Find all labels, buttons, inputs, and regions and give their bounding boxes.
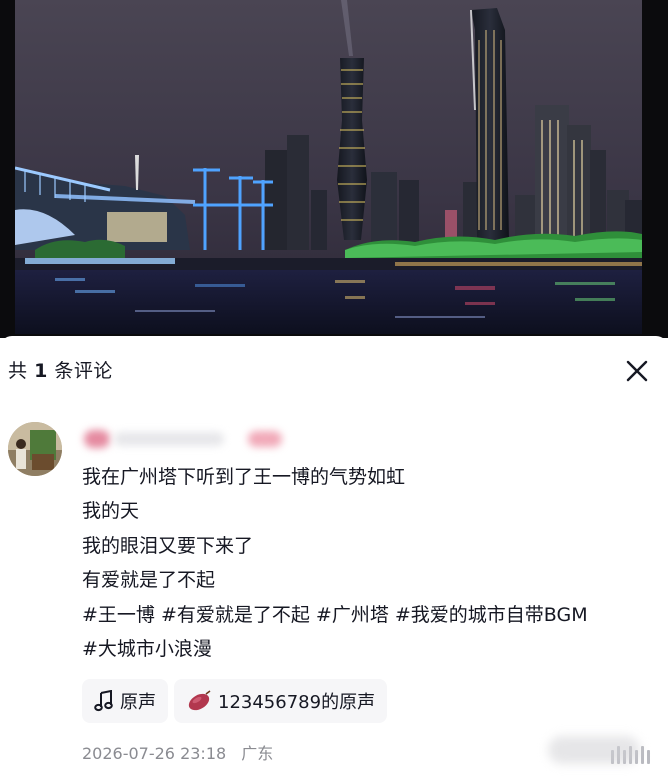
city-skyline-image — [15, 0, 642, 334]
comment-meta: 2026-07-26 23:18 广东 — [82, 740, 273, 764]
comment-count: 1 — [34, 360, 48, 382]
comment-line: 有爱就是了不起 — [82, 569, 216, 592]
close-icon[interactable] — [622, 356, 652, 386]
title-prefix: 共 — [8, 360, 28, 382]
comment-text: 我在广州塔下听到了王一博的气势如虹 我的天 我的眼泪又要下来了 有爱就是了不起 … — [82, 460, 662, 666]
original-sound-label: 原声 — [120, 692, 156, 713]
video-area[interactable] — [0, 0, 668, 338]
avatar[interactable] — [8, 422, 62, 476]
hashtag-line[interactable]: #王一博 #有爱就是了不起 #广州塔 #我爱的城市自带BGM — [82, 598, 662, 632]
video-frame[interactable] — [15, 0, 642, 334]
comment-item: 我在广州塔下听到了王一博的气势如虹 我的天 我的眼泪又要下来了 有爱就是了不起 … — [0, 414, 668, 774]
original-sound-chip[interactable]: 原声 — [82, 679, 168, 723]
user-sound-label: 123456789的原声 — [218, 692, 376, 713]
music-note-icon — [94, 690, 114, 712]
watermark-redacted — [548, 736, 640, 764]
comments-panel: 共 1 条评论 我在广州塔下听到了王一博的气势如虹 我的天 我的眼泪又要下来了 … — [0, 336, 668, 782]
avatar-photo — [8, 422, 62, 476]
comment-line: 我在广州塔下听到了王一博的气势如虹 — [82, 466, 406, 488]
location: 广东 — [241, 744, 274, 763]
comment-line: 我的天 — [82, 500, 140, 523]
music-row: 原声 123456789的原声 — [82, 678, 388, 724]
sweet-potato-icon — [186, 690, 212, 712]
comment-line: 我的眼泪又要下来了 — [82, 534, 254, 557]
title-suffix: 条评论 — [54, 360, 113, 382]
comments-count-title: 共 1 条评论 — [8, 356, 113, 383]
username-redacted[interactable] — [80, 428, 300, 450]
close-button[interactable] — [622, 356, 652, 386]
timestamp: 2026-07-26 23:18 — [82, 744, 227, 763]
hashtag-line[interactable]: #大城市小浪漫 — [82, 632, 662, 666]
comments-header: 共 1 条评论 — [0, 336, 668, 402]
user-sound-chip[interactable]: 123456789的原声 — [174, 679, 388, 723]
